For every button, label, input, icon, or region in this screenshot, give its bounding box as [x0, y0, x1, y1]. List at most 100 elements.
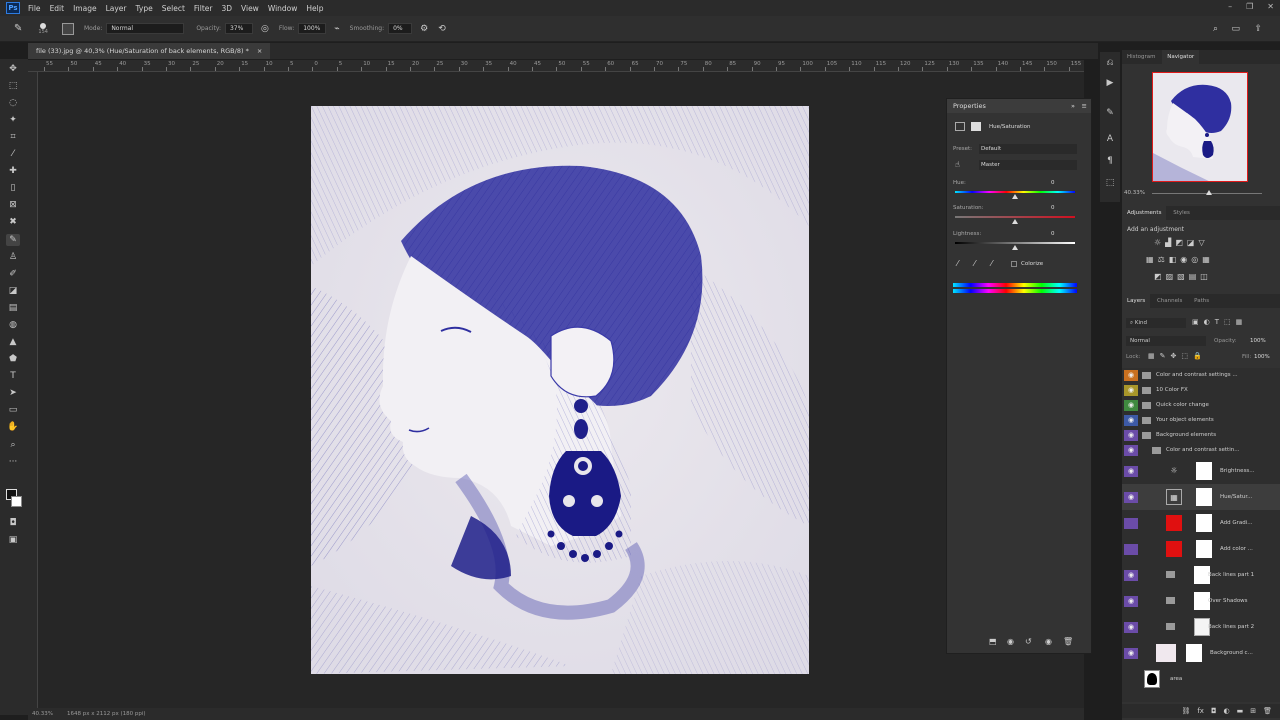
visibility-eye-icon[interactable]: ◉ — [1124, 465, 1138, 477]
layer-row[interactable]: ◉ Back lines part 2 — [1122, 614, 1280, 640]
delete-layer-icon[interactable]: 🗑 — [1263, 707, 1272, 715]
eraser-alt-tool-icon[interactable]: ▯ — [6, 182, 20, 194]
workspace-icon[interactable]: ▭ — [1231, 24, 1240, 34]
reset-icon[interactable]: ↺ — [1025, 637, 1032, 646]
preset-select[interactable]: Default — [979, 144, 1077, 154]
tab-adjustments[interactable]: Adjustments — [1122, 206, 1167, 220]
layer-row[interactable]: ◉ ▦ Hue/Satur... — [1122, 484, 1280, 510]
tab-channels[interactable]: Channels — [1152, 294, 1187, 308]
hand-tool-icon[interactable]: ✋ — [6, 421, 20, 433]
gradient-map-icon[interactable]: ▤ — [1189, 272, 1197, 281]
visibility-eye-icon[interactable]: ◉ — [1124, 430, 1138, 441]
saturation-slider[interactable] — [955, 216, 1075, 218]
visibility-eye-icon[interactable] — [1124, 543, 1138, 555]
search-icon[interactable]: ⌕ — [1213, 24, 1218, 34]
eyedropper-plus-icon[interactable]: ⁄ — [974, 259, 975, 268]
zoom-tool-icon[interactable]: ⌕ — [6, 439, 20, 451]
menu-layer[interactable]: Layer — [106, 4, 127, 13]
menu-select[interactable]: Select — [162, 4, 185, 13]
visibility-eye-icon[interactable]: ◉ — [1124, 491, 1138, 503]
hue-slider-thumb[interactable] — [1012, 194, 1018, 199]
lasso-tool-icon[interactable]: ◌ — [6, 97, 20, 109]
tab-navigator[interactable]: Navigator — [1162, 50, 1200, 64]
selective-color-icon[interactable]: ◫ — [1200, 272, 1208, 281]
minimize-icon[interactable]: – — [1228, 2, 1232, 11]
pressure-opacity-icon[interactable]: ◎ — [261, 24, 269, 34]
visibility-eye-icon[interactable]: ◉ — [1124, 595, 1138, 607]
tab-layers[interactable]: Layers — [1122, 294, 1151, 308]
layer-row[interactable]: ◉ 10 Color FX — [1122, 383, 1280, 398]
exposure-icon[interactable]: ◪ — [1187, 238, 1195, 247]
lightness-value[interactable]: 0 — [1051, 231, 1055, 237]
shape-tool-icon[interactable]: ▭ — [6, 404, 20, 416]
visibility-eye-icon[interactable]: ◉ — [1124, 415, 1138, 426]
link-layers-icon[interactable]: ⛓ — [1181, 707, 1190, 715]
fill-field[interactable]: 100% — [1254, 354, 1270, 360]
gradient-tool-icon[interactable]: ▤ — [6, 302, 20, 314]
layer-row[interactable]: ◉ Color and contrast settin... — [1122, 443, 1280, 458]
visibility-eye-icon[interactable]: ◉ — [1124, 621, 1138, 633]
colorize-checkbox[interactable] — [1011, 261, 1017, 267]
screen-mode-icon[interactable]: ▣ — [6, 534, 20, 546]
eyedropper-icon[interactable]: ⁄ — [957, 259, 958, 268]
layer-row[interactable]: Add Gradi... — [1122, 510, 1280, 536]
tab-paths[interactable]: Paths — [1189, 294, 1214, 308]
lightness-slider[interactable] — [955, 242, 1075, 244]
brush-tool-icon[interactable]: ✎ — [6, 234, 20, 246]
lock-all-icon[interactable]: 🔒 — [1193, 352, 1202, 360]
threshold-icon[interactable]: ▧ — [1177, 272, 1185, 281]
layer-row[interactable]: ◉ Back lines part 1 — [1122, 562, 1280, 588]
more-tools-icon[interactable]: ··· — [6, 456, 20, 468]
photo-filter-icon[interactable]: ◉ — [1180, 255, 1187, 264]
layer-row[interactable]: ◉ Background elements — [1122, 428, 1280, 443]
mode-select[interactable]: Normal — [106, 23, 185, 34]
layer-row[interactable]: Add color ... — [1122, 536, 1280, 562]
invert-icon[interactable]: ◩ — [1154, 272, 1162, 281]
color-balance-icon[interactable]: ⚖ — [1158, 255, 1165, 264]
layer-row[interactable]: ◉ ☼ Brightness... — [1122, 458, 1280, 484]
quick-mask-icon[interactable]: ◘ — [6, 517, 20, 529]
dodge-tool-icon[interactable]: ▲ — [6, 336, 20, 348]
add-mask-icon[interactable]: ◘ — [1211, 707, 1217, 715]
lock-pixels-icon[interactable]: ✎ — [1160, 352, 1166, 360]
history-icon[interactable]: ⎌ — [1103, 58, 1117, 68]
menu-help[interactable]: Help — [306, 4, 323, 13]
channel-mixer-icon[interactable]: ◎ — [1191, 255, 1198, 264]
fill-swatch-icon[interactable] — [1166, 515, 1182, 531]
hue-slider[interactable] — [955, 191, 1075, 193]
visibility-eye-icon[interactable]: ◉ — [1124, 569, 1138, 581]
brush-settings-icon[interactable] — [61, 22, 74, 35]
menu-3d[interactable]: 3D — [221, 4, 232, 13]
hue-sat-icon[interactable]: ▦ — [1146, 255, 1154, 264]
path-select-tool-icon[interactable]: ➤ — [6, 387, 20, 399]
character-icon[interactable]: A — [1103, 134, 1117, 144]
marquee-tool-icon[interactable]: ⬚ — [6, 80, 20, 92]
close-icon[interactable]: ✕ — [1267, 2, 1274, 11]
filter-smart-icon[interactable]: ▦ — [1236, 318, 1243, 326]
history-brush-tool-icon[interactable]: ✐ — [6, 268, 20, 280]
vibrance-icon[interactable]: ▽ — [1198, 238, 1204, 247]
mask-icon[interactable] — [971, 122, 981, 131]
brush-settings-dock-icon[interactable]: ✎ — [1103, 108, 1117, 118]
spot-healing-tool-icon[interactable]: ✚ — [6, 165, 20, 177]
brush-tool-icon[interactable]: ✎ — [14, 23, 22, 34]
zoom-level[interactable]: 40.33% — [32, 711, 53, 717]
eyedropper-minus-icon[interactable]: ⁄ — [991, 259, 992, 268]
patch-tool-icon[interactable]: ✖ — [6, 216, 20, 228]
layer-filter-kind[interactable]: ⌕ Kind — [1126, 318, 1186, 328]
lightness-slider-thumb[interactable] — [1012, 245, 1018, 250]
layer-mask-thumbnail[interactable] — [1196, 462, 1212, 480]
visibility-eye-icon[interactable]: ◉ — [1124, 647, 1138, 659]
lock-artboard-icon[interactable]: ⬚ — [1181, 352, 1188, 360]
menu-filter[interactable]: Filter — [194, 4, 213, 13]
levels-icon[interactable]: ▟ — [1165, 238, 1171, 247]
layer-row[interactable]: area — [1122, 666, 1280, 692]
curves-icon[interactable]: ◩ — [1175, 238, 1183, 247]
navigator-zoom[interactable]: 40.33% — [1124, 190, 1145, 196]
crop-tool-icon[interactable]: ⌗ — [6, 131, 20, 143]
view-previous-icon[interactable]: ◉ — [1007, 637, 1014, 646]
navigator-preview[interactable] — [1152, 72, 1248, 182]
new-group-icon[interactable]: ▬ — [1237, 707, 1244, 715]
menu-view[interactable]: View — [241, 4, 259, 13]
layer-opacity-field[interactable]: 100% — [1250, 338, 1266, 344]
